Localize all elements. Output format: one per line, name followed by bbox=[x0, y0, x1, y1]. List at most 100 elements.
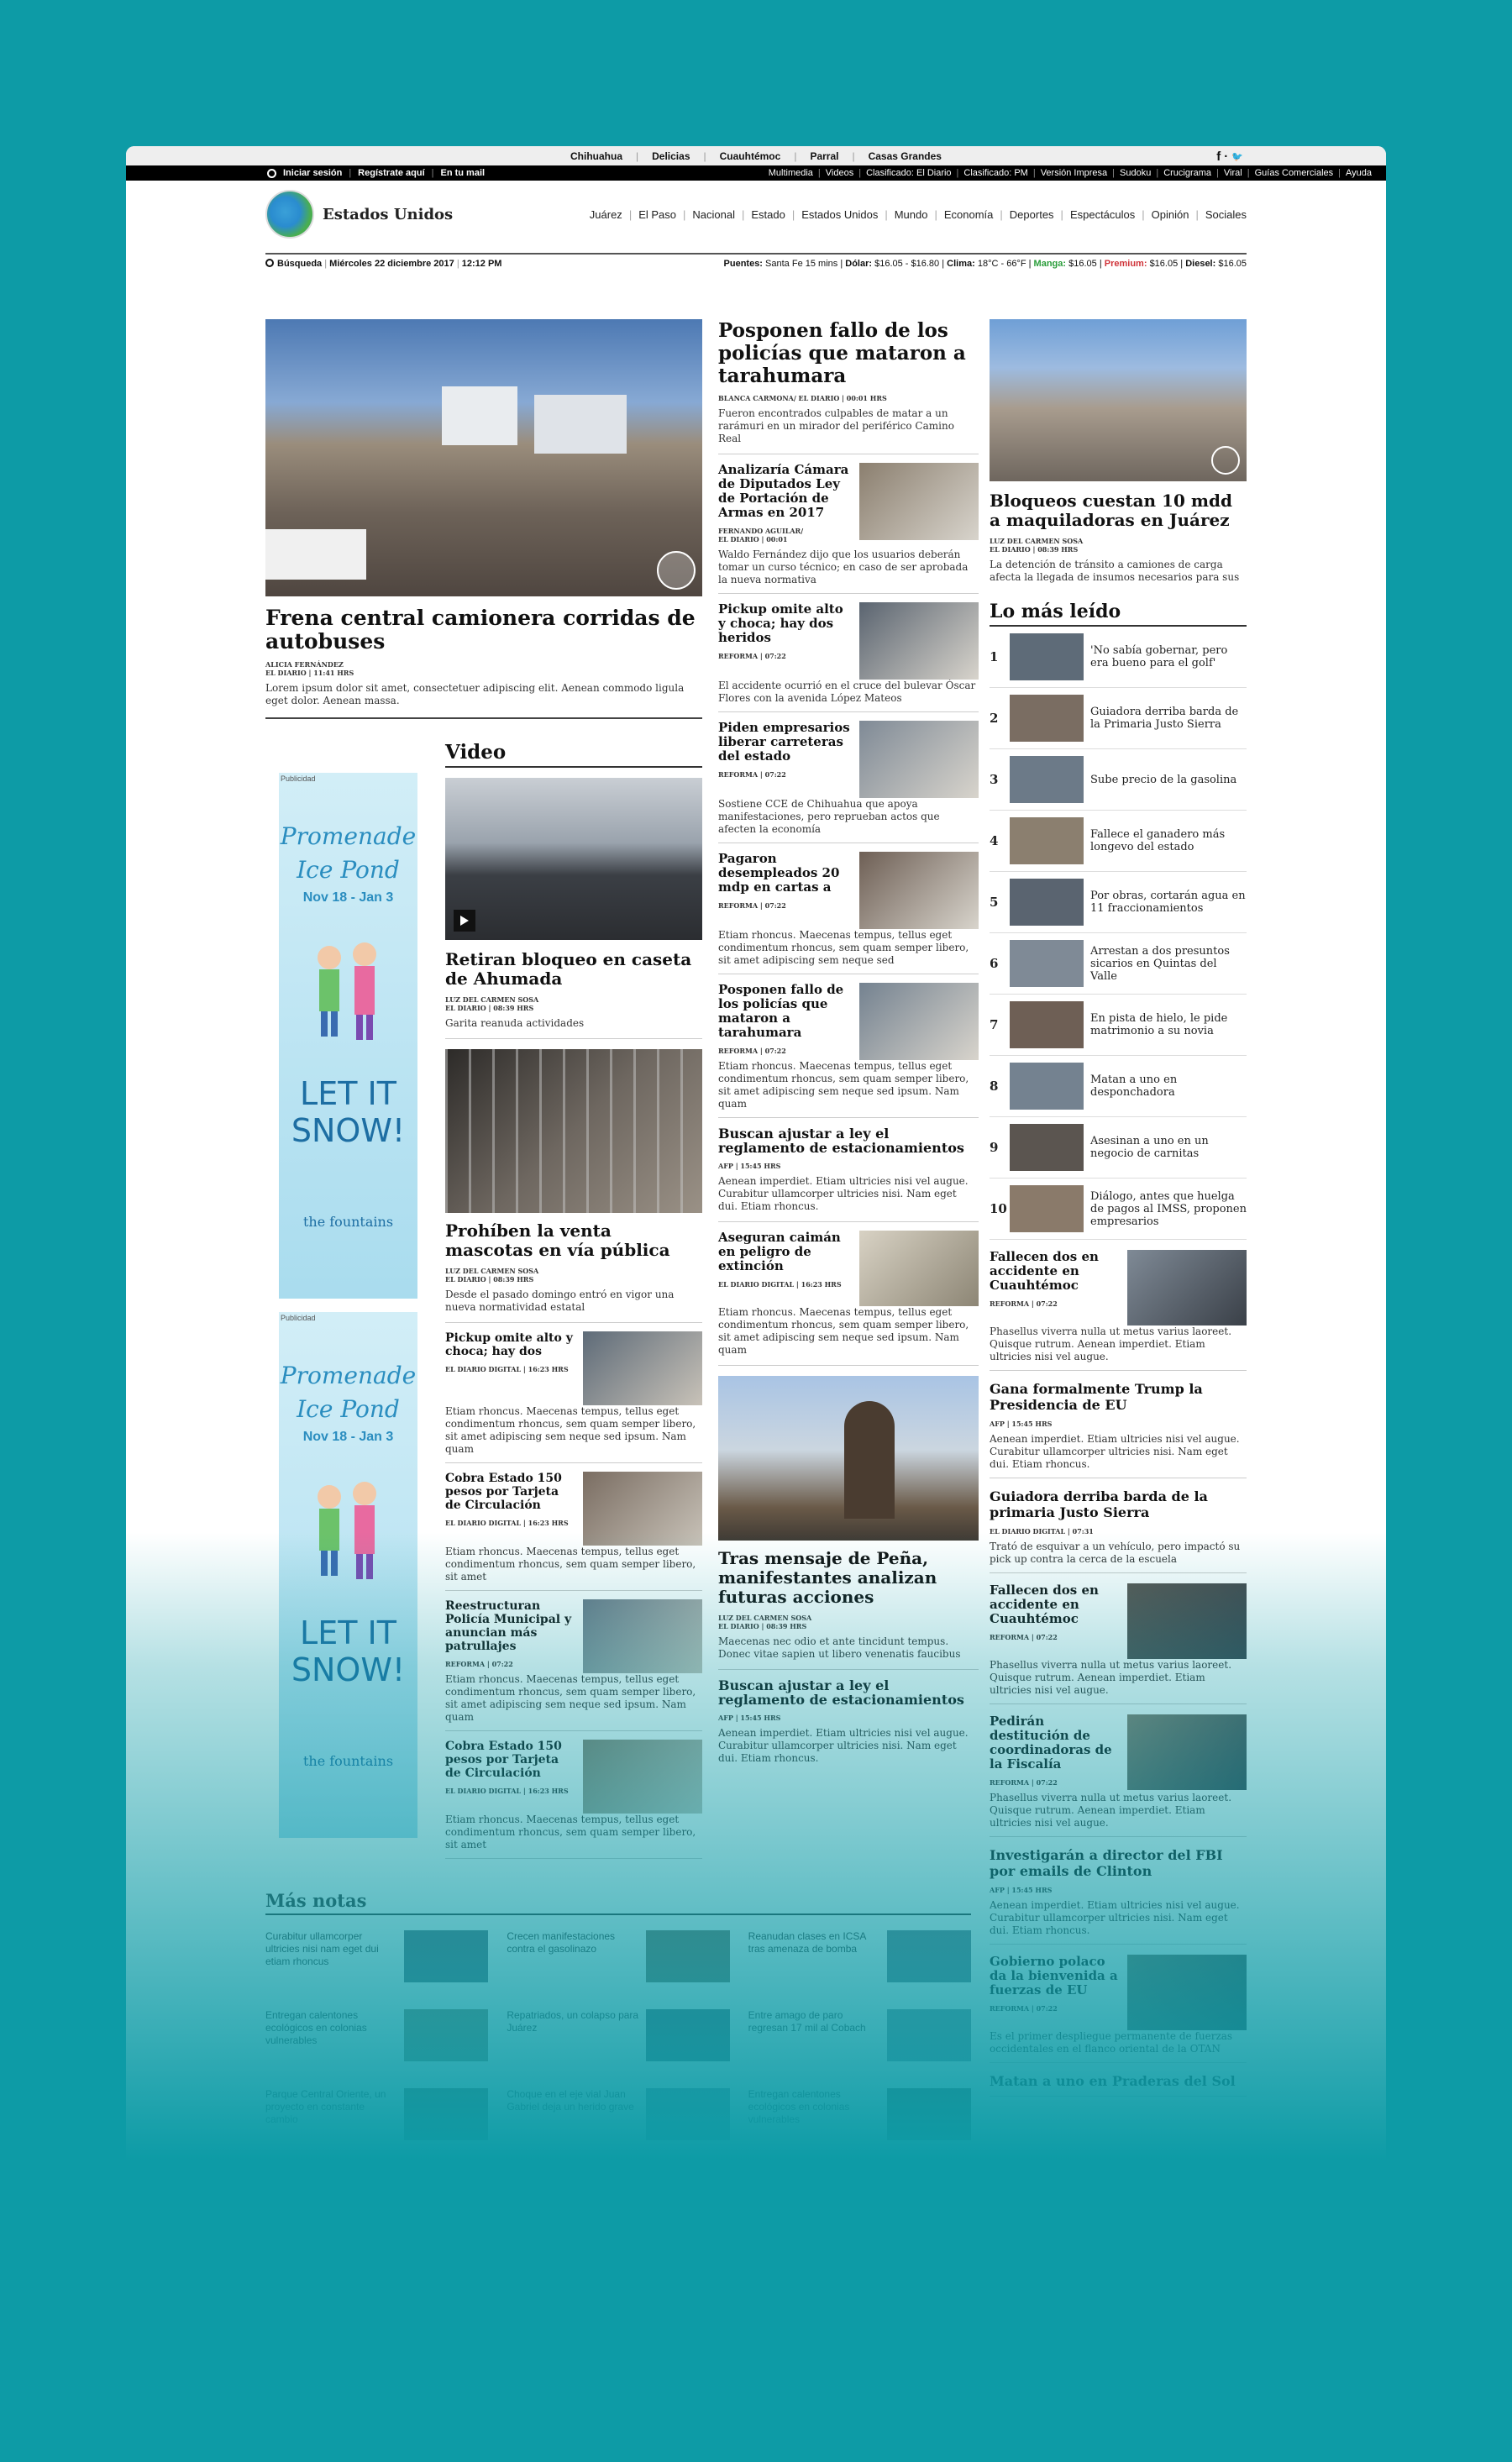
center-story[interactable]: Posponen fallo de los policías que matar… bbox=[718, 983, 979, 1118]
right-story[interactable]: Investigarán a director del FBI por emai… bbox=[990, 1847, 1247, 1945]
caiman-story[interactable]: Aseguran caimán en peligro de extinción … bbox=[718, 1231, 979, 1306]
video-thumbnail[interactable] bbox=[445, 778, 702, 940]
city-chihuahua[interactable]: Chihuahua bbox=[570, 150, 622, 162]
mas-notas-headline[interactable]: Curabitur ullamcorper ultricies nisi nam… bbox=[265, 1930, 399, 1982]
gallery-badge-icon[interactable] bbox=[1211, 446, 1240, 475]
util-crucigrama[interactable]: Crucigrama bbox=[1163, 168, 1211, 178]
mas-notas-headline[interactable]: Repatriados, un colapso para Juárez bbox=[507, 2009, 640, 2061]
util-clasificado-eldiario[interactable]: Clasificado: El Diario bbox=[866, 168, 951, 178]
right-story-thumbnail[interactable] bbox=[1127, 1583, 1247, 1659]
mas-notas-item[interactable]: Entregan calentones ecológicos en coloni… bbox=[265, 2009, 489, 2061]
video-headline[interactable]: Retiran bloqueo en caseta de Ahumada bbox=[445, 950, 702, 989]
mail-link[interactable]: En tu mail bbox=[441, 168, 486, 178]
nav-estados-unidos[interactable]: Estados Unidos bbox=[801, 208, 878, 221]
right-top-image[interactable] bbox=[990, 319, 1247, 481]
mas-notas-thumbnail[interactable] bbox=[887, 2009, 971, 2061]
mascotas-headline[interactable]: Prohíben la venta mascotas en vía públic… bbox=[445, 1221, 702, 1260]
left-story-thumbnail[interactable] bbox=[583, 1331, 702, 1405]
site-logo[interactable] bbox=[265, 190, 314, 239]
mas-leido-item[interactable]: 4 Fallece el ganadero más longevo del est… bbox=[990, 811, 1247, 872]
right-story-headline[interactable]: Pedirán destitución de coordinadoras de … bbox=[990, 1714, 1122, 1772]
mas-leido-thumbnail[interactable] bbox=[1010, 1001, 1084, 1048]
right-story-headline[interactable]: Investigarán a director del FBI por emai… bbox=[990, 1847, 1247, 1879]
mas-leido-item[interactable]: 1 'No sabía gobernar, pero era bueno para… bbox=[990, 627, 1247, 688]
util-ayuda[interactable]: Ayuda bbox=[1346, 168, 1372, 178]
center-story-headline[interactable]: Pickup omite alto y choca; hay dos herid… bbox=[718, 602, 854, 645]
util-version-impresa[interactable]: Versión Impresa bbox=[1041, 168, 1107, 178]
center-story-headline[interactable]: Posponen fallo de los policías que matar… bbox=[718, 983, 854, 1040]
left-story[interactable]: Reestructuran Policía Municipal y anunci… bbox=[445, 1599, 702, 1731]
center-story-headline[interactable]: Analizaría Cámara de Diputados Ley de Po… bbox=[718, 463, 854, 520]
mas-notas-item[interactable]: Entregan calentones ecológicos en coloni… bbox=[507, 2167, 730, 2219]
left-story-headline[interactable]: Cobra Estado 150 pesos por Tarjeta de Ci… bbox=[445, 1472, 578, 1512]
city-parral[interactable]: Parral bbox=[810, 150, 838, 162]
util-videos[interactable]: Videos bbox=[826, 168, 853, 178]
mas-notas-headline[interactable]: Entregan calentones ecológicos en coloni… bbox=[748, 2088, 882, 2140]
mas-leido-item[interactable]: 9 Asesinan a uno en un negocio de carnita… bbox=[990, 1117, 1247, 1179]
mas-notas-item[interactable]: Reanudan clases en ICSA tras amenaza de … bbox=[748, 1930, 971, 1982]
video-section-title[interactable]: Video bbox=[445, 741, 702, 768]
mas-leido-thumbnail[interactable] bbox=[1010, 879, 1084, 926]
right-top-headline[interactable]: Bloqueos cuestan 10 mdd a maquiladoras e… bbox=[990, 491, 1247, 530]
center-story[interactable]: Pagaron desempleados 20 mdp en cartas a R… bbox=[718, 852, 979, 974]
search-icon[interactable] bbox=[265, 259, 274, 267]
mas-leido-thumbnail[interactable] bbox=[1010, 633, 1084, 680]
caiman-thumbnail[interactable] bbox=[859, 1231, 979, 1306]
ad-banner[interactable]: Publicidad Promenade Ice Pond Nov 18 - J… bbox=[279, 1312, 417, 1838]
mas-notas-headline[interactable]: Entregan calentones ecológicos en coloni… bbox=[265, 2009, 399, 2061]
city-delicias[interactable]: Delicias bbox=[652, 150, 690, 162]
mas-leido-thumbnail[interactable] bbox=[1010, 817, 1084, 864]
mas-leido-headline[interactable]: Por obras, cortarán agua en 11 fracciona… bbox=[1090, 890, 1247, 915]
mas-notas-headline[interactable]: Parque Central Oriente, un proyecto en c… bbox=[265, 2088, 399, 2140]
mas-leido-item[interactable]: 7 En pista de hielo, le pide matrimonio a… bbox=[990, 995, 1247, 1056]
right-story[interactable]: Pedirán destitución de coordinadoras de … bbox=[990, 1714, 1247, 1837]
mas-leido-thumbnail[interactable] bbox=[1010, 1063, 1084, 1110]
util-clasificado-pm[interactable]: Clasificado: PM bbox=[963, 168, 1027, 178]
mas-leido-headline[interactable]: Guiadora derriba barda de la Primaria Ju… bbox=[1090, 706, 1247, 731]
right-story-headline[interactable]: Matan a uno en Praderas del Sol bbox=[990, 2073, 1247, 2089]
right-story[interactable]: Gobierno polaco da la bienvenida a fuerz… bbox=[990, 1955, 1247, 2063]
right-story-headline[interactable]: Fallecen dos en accidente en Cuauhtémoc bbox=[990, 1250, 1122, 1293]
mas-notas-item[interactable]: Choque en el eje vial Juan Gabriel deja … bbox=[507, 2088, 730, 2140]
mas-notas-item[interactable]: Parque Central Oriente, un proyecto en c… bbox=[265, 2088, 489, 2140]
mas-notas-item[interactable]: Crecen manifestaciones contra el gasolin… bbox=[507, 1930, 730, 1982]
right-story[interactable]: Fallecen dos en accidente en Cuauhtémoc R… bbox=[990, 1250, 1247, 1371]
left-story-headline[interactable]: Cobra Estado 150 pesos por Tarjeta de Ci… bbox=[445, 1740, 578, 1780]
mas-leido-item[interactable]: 5 Por obras, cortarán agua en 11 fraccion… bbox=[990, 872, 1247, 933]
mas-notas-item[interactable]: Repatriados, un colapso para Juárez bbox=[265, 2167, 489, 2219]
nav-nacional[interactable]: Nacional bbox=[692, 208, 735, 221]
lead-headline[interactable]: Frena central camionera corridas de auto… bbox=[265, 606, 702, 654]
nav-deportes[interactable]: Deportes bbox=[1010, 208, 1054, 221]
left-story[interactable]: Cobra Estado 150 pesos por Tarjeta de Ci… bbox=[445, 1740, 702, 1859]
lead-image[interactable] bbox=[265, 319, 702, 596]
center-story-thumbnail[interactable] bbox=[859, 463, 979, 540]
right-story-thumbnail[interactable] bbox=[1127, 1250, 1247, 1325]
mas-leido-headline[interactable]: Arrestan a dos presuntos sicarios en Qui… bbox=[1090, 945, 1247, 983]
register-link[interactable]: Regístrate aquí bbox=[358, 168, 424, 178]
mas-leido-headline[interactable]: Fallece el ganadero más longevo del esta… bbox=[1090, 828, 1247, 853]
mas-notas-headline[interactable]: Pedirán servicio a Ley de calidad bbox=[748, 2167, 882, 2219]
right-story-headline[interactable]: Fallecen dos en accidente en Cuauhtémoc bbox=[990, 1583, 1122, 1626]
caiman-headline[interactable]: Aseguran caimán en peligro de extinción bbox=[718, 1231, 854, 1273]
right-story-headline[interactable]: Gobierno polaco da la bienvenida a fuerz… bbox=[990, 1955, 1122, 1997]
center-story[interactable]: Analizaría Cámara de Diputados Ley de Po… bbox=[718, 463, 979, 594]
mas-notas-thumbnail[interactable] bbox=[404, 2088, 489, 2140]
nav-juarez[interactable]: Juárez bbox=[590, 208, 622, 221]
mas-notas-thumbnail[interactable] bbox=[645, 1930, 730, 1982]
nav-sociales[interactable]: Sociales bbox=[1205, 208, 1247, 221]
mas-notas-thumbnail[interactable] bbox=[645, 2088, 730, 2140]
center-story-thumbnail[interactable] bbox=[859, 721, 979, 798]
mas-notas-thumbnail[interactable] bbox=[404, 2167, 489, 2219]
right-story[interactable]: Guiadora derriba barda de la primaria Ju… bbox=[990, 1488, 1247, 1573]
pena-headline[interactable]: Tras mensaje de Peña, manifestantes anal… bbox=[718, 1549, 979, 1607]
right-story-thumbnail[interactable] bbox=[1127, 1714, 1247, 1790]
center-story-thumbnail[interactable] bbox=[859, 852, 979, 929]
left-story-headline[interactable]: Reestructuran Policía Municipal y anunci… bbox=[445, 1599, 578, 1653]
mas-notas-headline[interactable]: Choque en el eje vial Juan Gabriel deja … bbox=[507, 2088, 640, 2140]
mas-notas-item[interactable]: Entregan calentones ecológicos en coloni… bbox=[748, 2088, 971, 2140]
mas-leido-item[interactable]: 3 Sube precio de la gasolina bbox=[990, 749, 1247, 811]
right-story[interactable]: Fallecen dos en accidente en Cuauhtémoc R… bbox=[990, 1583, 1247, 1704]
center-story-headline[interactable]: Pagaron desempleados 20 mdp en cartas a bbox=[718, 852, 854, 895]
mas-leido-item[interactable]: 10 Diálogo, antes que huelga de pagos al … bbox=[990, 1179, 1247, 1240]
nav-el-paso[interactable]: El Paso bbox=[638, 208, 676, 221]
